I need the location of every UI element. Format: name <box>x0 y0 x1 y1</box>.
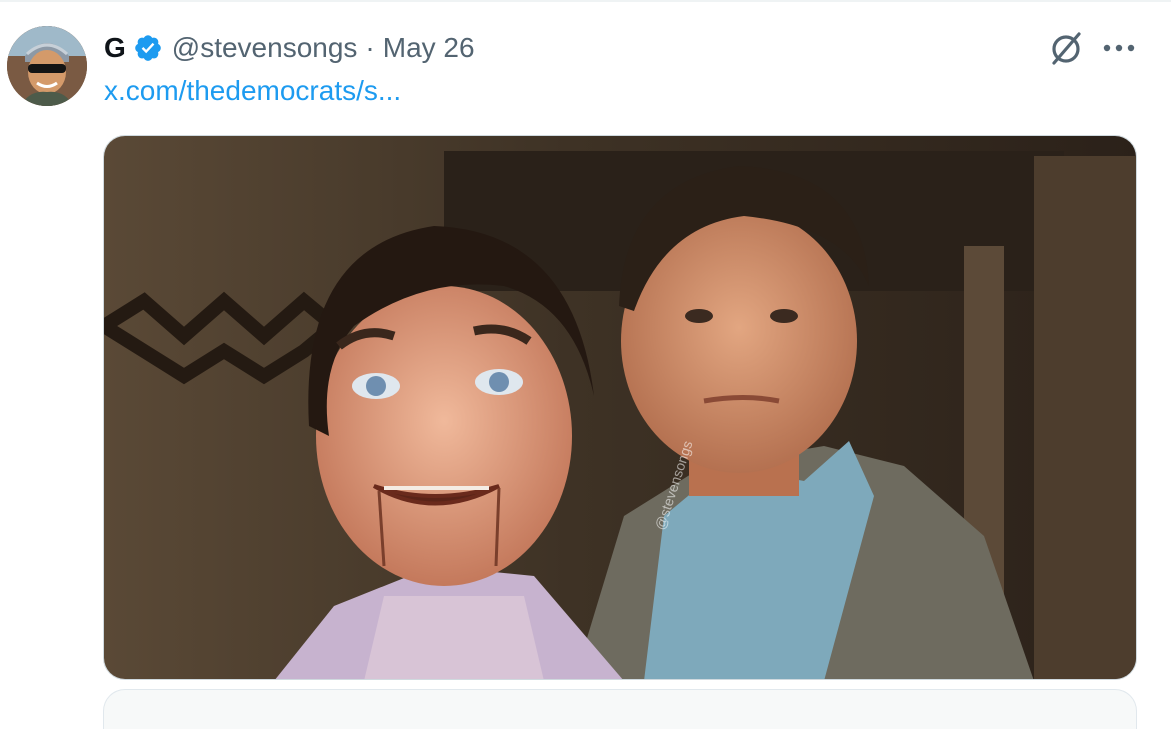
post-media[interactable]: @stevensongs <box>103 135 1137 680</box>
more-options-icon <box>1103 44 1135 52</box>
post-date[interactable]: May 26 <box>383 28 475 68</box>
avatar-image <box>7 26 87 106</box>
next-embedded-card[interactable] <box>103 689 1137 729</box>
media-photo: @stevensongs <box>104 136 1136 679</box>
display-name[interactable]: G <box>104 28 126 68</box>
verified-badge-icon[interactable] <box>133 33 163 63</box>
post-link[interactable]: x.com/thedemocrats/s... <box>104 72 401 110</box>
post-header: G @stevensongs · May 26 <box>104 28 475 68</box>
avatar[interactable] <box>7 26 87 106</box>
top-divider <box>0 0 1171 2</box>
more-options-button[interactable] <box>1097 26 1141 70</box>
author-handle[interactable]: @stevensongs <box>172 28 358 68</box>
separator-dot: · <box>365 32 375 63</box>
grok-icon <box>1052 32 1081 65</box>
grok-button[interactable] <box>1044 26 1088 70</box>
